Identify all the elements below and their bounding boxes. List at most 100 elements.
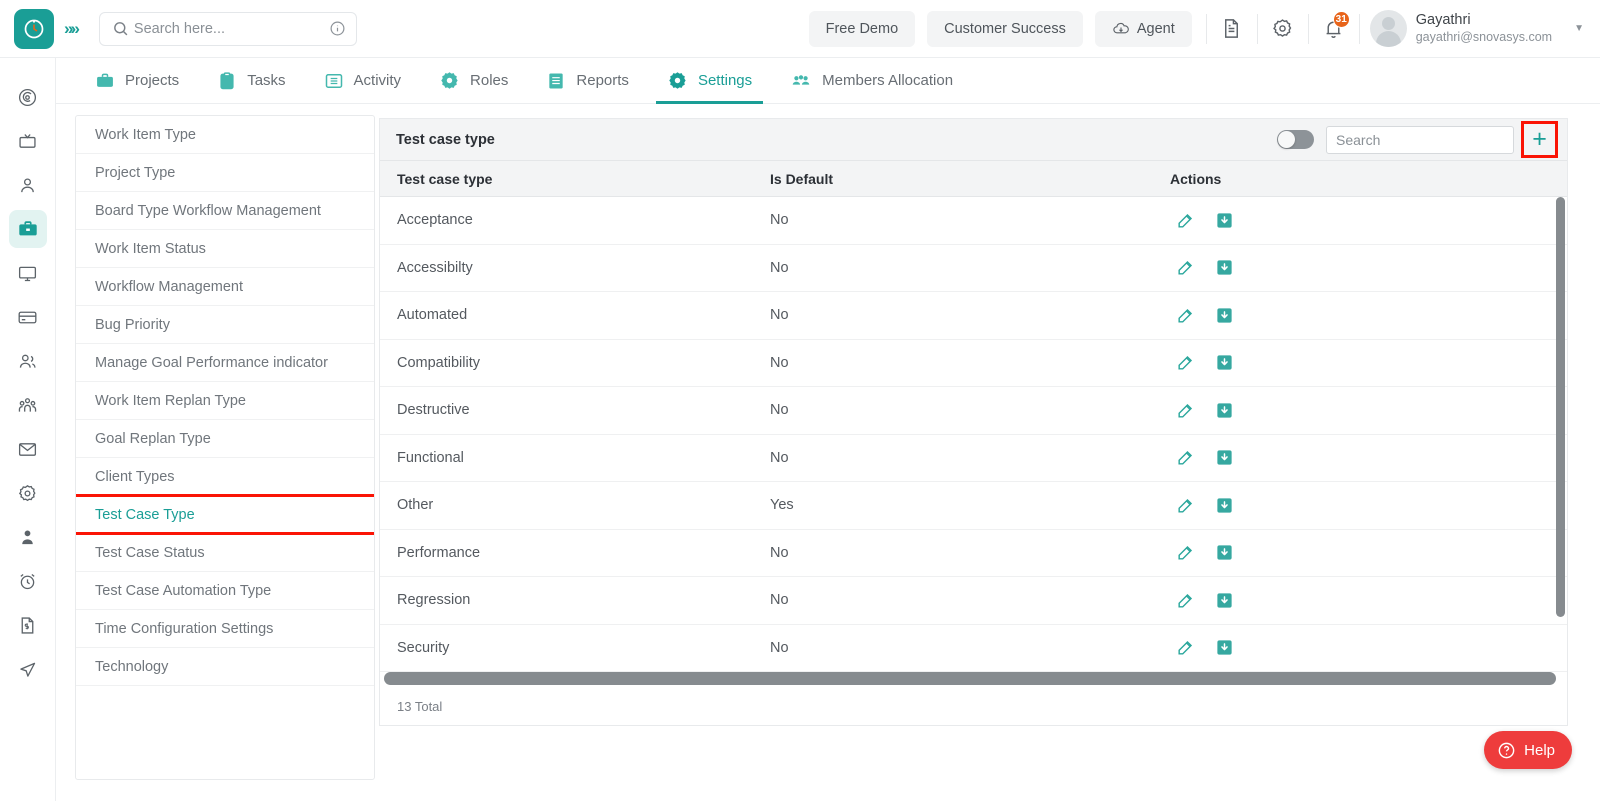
edit-pencil-icon (1178, 451, 1193, 465)
archive-row-button[interactable] (1215, 638, 1234, 657)
divider-3 (1307, 13, 1309, 44)
archive-row-button[interactable] (1215, 591, 1234, 610)
vertical-scrollbar[interactable] (1556, 197, 1565, 617)
avatar[interactable] (1369, 10, 1407, 47)
rail-briefcase[interactable] (8, 210, 47, 248)
archive-down-arrow-icon (1217, 545, 1232, 560)
edit-row-button[interactable] (1176, 543, 1195, 562)
sidebar-item-work-item-type[interactable]: Work Item Type (76, 116, 374, 154)
help-button[interactable]: Help (1484, 731, 1572, 769)
cloud-download-icon (1113, 22, 1129, 33)
add-test-case-type-button[interactable]: + (1521, 121, 1558, 158)
edit-row-button[interactable] (1176, 448, 1195, 467)
tab-roles[interactable]: Roles (420, 58, 527, 104)
sidebar-item-workflow-management[interactable]: Workflow Management (76, 268, 374, 306)
edit-row-button[interactable] (1176, 591, 1195, 610)
archive-row-button[interactable] (1215, 448, 1234, 467)
sidebar-item-goal-replan-type[interactable]: Goal Replan Type (76, 420, 374, 458)
rail-settings[interactable] (9, 474, 47, 512)
rail-card[interactable] (9, 298, 47, 336)
edit-row-button[interactable] (1176, 496, 1195, 515)
customer-success-label: Customer Success (944, 20, 1066, 37)
table-row[interactable]: Functional No (380, 435, 1567, 482)
edit-pencil-icon (1178, 498, 1193, 513)
sidebar-item-manage-goal-performance-indicator[interactable]: Manage Goal Performance indicator (76, 344, 374, 382)
table-row[interactable]: Compatibility No (380, 340, 1567, 387)
rail-invoice[interactable] (9, 606, 47, 644)
search-input[interactable] (133, 20, 329, 37)
table-row[interactable]: Performance No (380, 530, 1567, 577)
table-row[interactable]: Other Yes (380, 482, 1567, 530)
rail-person[interactable] (9, 166, 47, 204)
sidebar-item-project-type[interactable]: Project Type (76, 154, 374, 192)
sidebar-item-time-configuration-settings[interactable]: Time Configuration Settings (76, 610, 374, 648)
edit-row-button[interactable] (1176, 211, 1195, 230)
edit-row-button[interactable] (1176, 306, 1195, 325)
archive-down-arrow-icon (1217, 355, 1232, 370)
rail-users[interactable] (9, 342, 47, 380)
tab-tasks[interactable]: Tasks (198, 58, 304, 104)
col-actions: Actions (1170, 171, 1567, 187)
notifications-bell[interactable]: 31 (1311, 9, 1357, 49)
rail-alarm[interactable] (9, 562, 47, 600)
rail-mail[interactable] (9, 430, 47, 468)
panel-search-input[interactable] (1326, 125, 1514, 154)
table-row[interactable]: Security No (380, 625, 1567, 672)
archive-row-button[interactable] (1215, 401, 1234, 420)
sidebar-item-label: Work Item Replan Type (95, 392, 246, 409)
sidebar-item-client-types[interactable]: Client Types (76, 458, 374, 496)
table-row[interactable]: Automated No (380, 292, 1567, 340)
sidebar-item-work-item-replan-type[interactable]: Work Item Replan Type (76, 382, 374, 420)
cell-actions (1170, 353, 1567, 372)
customer-success-button[interactable]: Customer Success (927, 10, 1083, 47)
sidebar-item-board-type-workflow-management[interactable]: Board Type Workflow Management (76, 192, 374, 230)
rail-send[interactable] (9, 650, 47, 688)
table-row[interactable]: Accessibilty No (380, 245, 1567, 292)
list-box-icon (325, 73, 342, 88)
show-archived-toggle[interactable] (1277, 130, 1314, 149)
edit-row-button[interactable] (1176, 638, 1195, 657)
archive-row-button[interactable] (1215, 258, 1234, 277)
document-icon[interactable] (1209, 9, 1255, 49)
archive-row-button[interactable] (1215, 543, 1234, 562)
sidebar-item-test-case-type[interactable]: Test Case Type (76, 494, 374, 535)
archive-row-button[interactable] (1215, 496, 1234, 515)
sidebar-item-work-item-status[interactable]: Work Item Status (76, 230, 374, 268)
archive-row-button[interactable] (1215, 211, 1234, 230)
gear-icon[interactable] (1260, 9, 1306, 49)
rail-user-solid[interactable] (9, 518, 47, 556)
rail-monitor[interactable] (9, 254, 47, 292)
sidebar-item-technology[interactable]: Technology (76, 648, 374, 686)
user-info[interactable]: Gayathri gayathri@snovasys.com (1416, 11, 1552, 46)
free-demo-button[interactable]: Free Demo (808, 10, 916, 47)
horizontal-scrollbar[interactable] (384, 672, 1556, 685)
rail-team[interactable] (9, 386, 47, 424)
table-row[interactable]: Destructive No (380, 387, 1567, 435)
app-logo[interactable] (14, 8, 54, 49)
rail-tv[interactable] (9, 122, 47, 160)
tab-projects[interactable]: Projects (76, 58, 198, 104)
agent-button[interactable]: Agent (1094, 10, 1192, 47)
tab-settings[interactable]: Settings (648, 58, 771, 104)
archive-row-button[interactable] (1215, 306, 1234, 325)
sidebar-item-bug-priority[interactable]: Bug Priority (76, 306, 374, 344)
table-row[interactable]: Regression No (380, 577, 1567, 625)
tab-members-allocation[interactable]: Members Allocation (771, 58, 972, 104)
panel-footer: 13 Total (380, 687, 1567, 725)
edit-row-button[interactable] (1176, 401, 1195, 420)
info-icon[interactable] (329, 20, 346, 37)
sidebar-item-test-case-automation-type[interactable]: Test Case Automation Type (76, 572, 374, 610)
sidebar-item-label: Bug Priority (95, 316, 170, 333)
global-search[interactable] (98, 11, 357, 46)
table-row[interactable]: Acceptance No (380, 197, 1567, 245)
tab-reports[interactable]: Reports (527, 58, 648, 104)
tab-activity[interactable]: Activity (305, 58, 421, 104)
edit-row-button[interactable] (1176, 353, 1195, 372)
sidebar-item-test-case-status[interactable]: Test Case Status (76, 534, 374, 572)
expand-sidebar-icon[interactable]: »» (64, 19, 80, 39)
chevron-down-icon[interactable]: ▼ (1574, 23, 1584, 34)
rail-dashboard-target[interactable] (9, 78, 47, 116)
edit-row-button[interactable] (1176, 258, 1195, 277)
clock-logo-icon (24, 19, 44, 38)
archive-row-button[interactable] (1215, 353, 1234, 372)
